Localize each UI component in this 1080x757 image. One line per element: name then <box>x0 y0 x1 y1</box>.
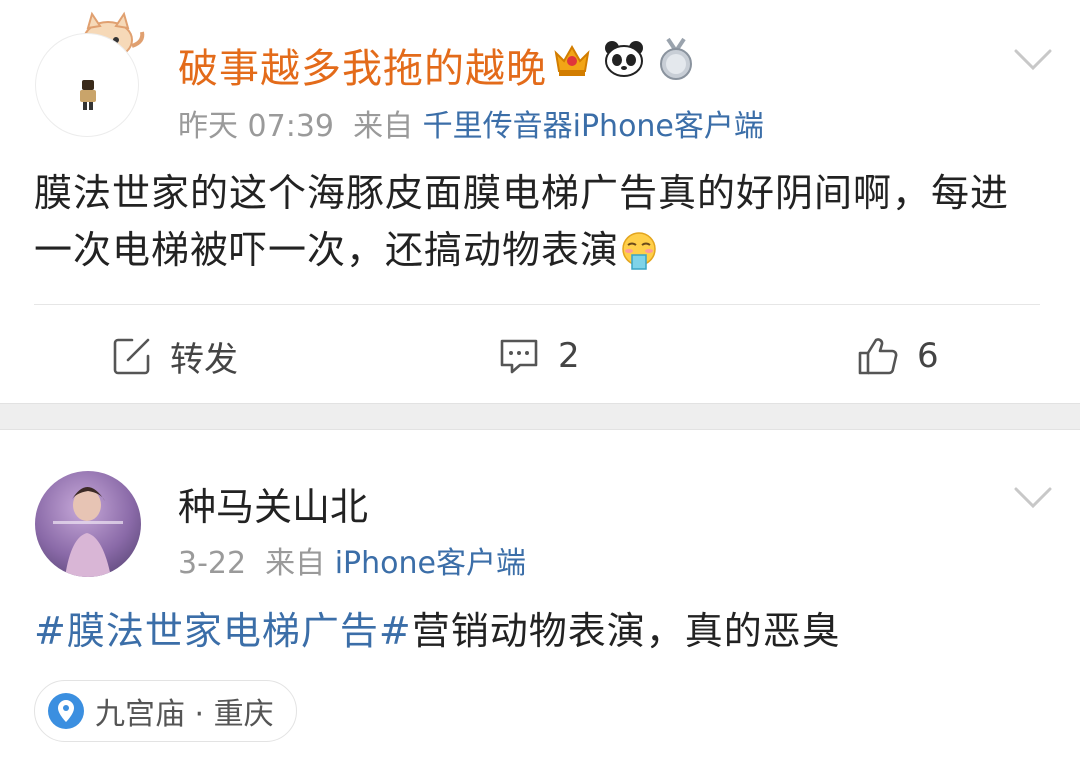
post-source[interactable]: 千里传音器iPhone客户端 <box>423 109 764 144</box>
post-meta: 3-22 来自 iPhone客户端 <box>178 538 526 582</box>
divider <box>34 304 1040 305</box>
post-meta: 昨天 07:39 来自 千里传音器iPhone客户端 <box>178 101 764 145</box>
location-tag[interactable]: 九宫庙 · 重庆 <box>34 680 297 742</box>
crown-vip-icon[interactable] <box>552 39 592 79</box>
post-source[interactable]: iPhone客户端 <box>335 546 526 581</box>
repost-icon <box>113 338 150 375</box>
avatar[interactable] <box>35 33 139 137</box>
post-text: #膜法世家电梯广告#营销动物表演，真的恶臭 <box>34 603 841 660</box>
location-pin-icon <box>48 693 84 729</box>
like-button[interactable]: 6 <box>857 330 939 382</box>
post-text-content: 膜法世家的这个海豚皮面膜电梯广告真的好阴间啊，每进一次电梯被吓一次，还搞动物表演 <box>34 171 1010 272</box>
weibo-post-1: 破事越多我拖的越晚 昨天 07:39 来自 千里传音器iPhone客户端 膜法世… <box>0 0 1080 403</box>
vomit-emoji-icon <box>622 232 656 270</box>
from-label: 来自 <box>265 546 326 581</box>
comment-button[interactable]: 2 <box>498 330 580 382</box>
post-time: 3-22 <box>178 546 247 581</box>
avatar-photo-icon <box>53 487 123 577</box>
repost-button[interactable]: 转发 <box>112 330 238 382</box>
topic-link[interactable]: #膜法世家电梯广告# <box>34 609 412 653</box>
repost-label: 转发 <box>170 339 238 380</box>
chevron-down-icon[interactable] <box>1013 486 1053 510</box>
username[interactable]: 破事越多我拖的越晚 <box>178 36 547 94</box>
username[interactable]: 种马关山北 <box>178 476 368 531</box>
comment-icon <box>500 339 538 374</box>
avatar[interactable] <box>35 471 141 577</box>
post-text: 膜法世家的这个海豚皮面膜电梯广告真的好阴间啊，每进一次电梯被吓一次，还搞动物表演 <box>34 165 1044 279</box>
thumbs-up-icon <box>858 338 898 375</box>
comment-count: 2 <box>558 336 580 376</box>
weibo-post-2: 种马关山北 3-22 来自 iPhone客户端 #膜法世家电梯广告#营销动物表演… <box>0 430 1080 757</box>
from-label: 来自 <box>353 109 414 144</box>
panda-icon[interactable] <box>602 39 646 79</box>
feed-separator <box>0 403 1080 430</box>
post-text-content: 营销动物表演，真的恶臭 <box>411 609 841 653</box>
like-count: 6 <box>917 336 939 376</box>
post-time: 昨天 07:39 <box>178 109 334 144</box>
location-label: 九宫庙 · 重庆 <box>95 697 274 732</box>
user-badges <box>552 36 696 82</box>
medal-icon[interactable] <box>656 37 696 81</box>
chevron-down-icon[interactable] <box>1013 48 1053 72</box>
avatar-figure-icon <box>80 80 96 110</box>
